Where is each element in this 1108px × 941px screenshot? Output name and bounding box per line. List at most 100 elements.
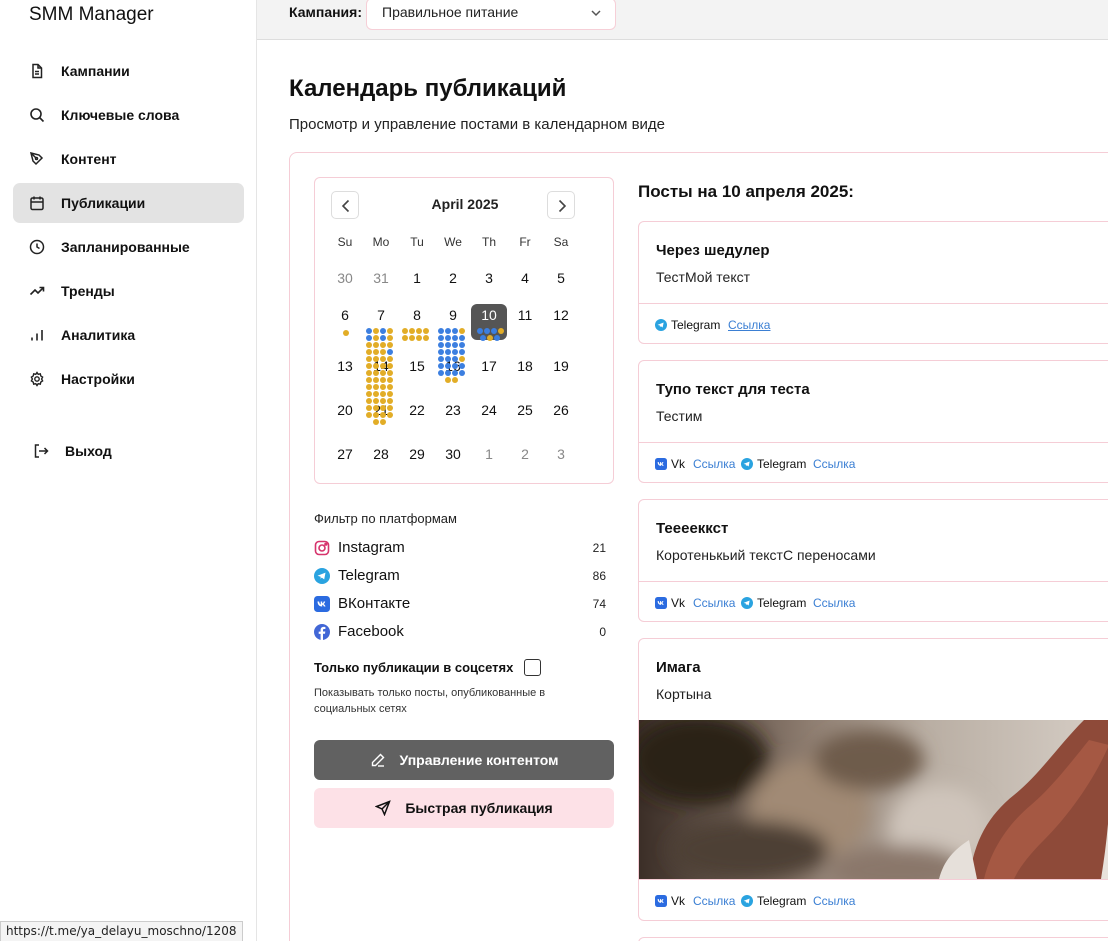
only-published-description: Показывать только посты, опубликованные …: [314, 687, 546, 715]
calendar-day[interactable]: 1: [471, 436, 507, 472]
sidebar-item-publications[interactable]: Публикации: [13, 183, 244, 223]
calendar-day[interactable]: 20: [327, 392, 363, 428]
calendar-day[interactable]: 26: [543, 392, 579, 428]
campaign-label: Кампания:: [289, 4, 362, 20]
publication-dot-vk: [387, 412, 393, 418]
post-card[interactable]: [638, 937, 1108, 941]
calendar-day[interactable]: 5: [543, 260, 579, 296]
calendar-day[interactable]: 11: [507, 304, 543, 340]
post-link[interactable]: Ссылка: [728, 318, 770, 332]
publication-dot-vk: [373, 391, 379, 397]
sidebar-item-content[interactable]: Контент: [13, 139, 244, 179]
calendar-day[interactable]: 3: [471, 260, 507, 296]
post-card[interactable]: Тупо текст для теста Тестим Vk Ссылка Te…: [638, 360, 1108, 483]
publication-dot-telegram: [459, 349, 465, 355]
post-footer: Telegram Ссылка: [639, 303, 1108, 343]
calendar-day[interactable]: 3: [543, 436, 579, 472]
page-subtitle: Просмотр и управление постами в календар…: [289, 116, 666, 133]
post-title: Через шедулер: [656, 242, 770, 259]
sidebar-item-settings[interactable]: Настройки: [13, 359, 244, 399]
calendar-day[interactable]: 30: [327, 260, 363, 296]
calendar-day[interactable]: 4: [507, 260, 543, 296]
publication-dot-telegram: [459, 342, 465, 348]
logout-icon: [34, 444, 49, 458]
platform-filter-vk[interactable]: ВКонтакте 74: [314, 594, 606, 616]
publication-dot-telegram: [438, 370, 444, 376]
topbar: Кампания: Правильное питание: [257, 0, 1108, 40]
calendar-day[interactable]: 19: [543, 348, 579, 384]
manage-content-button[interactable]: Управление контентом: [314, 740, 614, 780]
sidebar-item-scheduled[interactable]: Запланированные: [13, 227, 244, 267]
calendar-day[interactable]: 24: [471, 392, 507, 428]
calendar-day[interactable]: 23: [435, 392, 471, 428]
calendar-day[interactable]: 25: [507, 392, 543, 428]
logout-label: Выход: [65, 443, 112, 459]
publication-dot-vk: [366, 342, 372, 348]
calendar-day[interactable]: 29: [399, 436, 435, 472]
calendar-day[interactable]: 1: [399, 260, 435, 296]
post-link[interactable]: Ссылка: [813, 457, 855, 471]
next-month-button[interactable]: [547, 191, 575, 219]
publication-dot-telegram: [445, 335, 451, 341]
post-link[interactable]: Ссылка: [813, 894, 855, 908]
calendar-day[interactable]: 17: [471, 348, 507, 384]
publication-dot-vk: [387, 398, 393, 404]
post-card[interactable]: Через шедулер ТестМой текст Telegram Ссы…: [638, 221, 1108, 344]
post-link[interactable]: Ссылка: [693, 894, 735, 908]
calendar-day[interactable]: 28: [363, 436, 399, 472]
logout-button[interactable]: Выход: [13, 431, 244, 471]
publication-dot-vk: [387, 370, 393, 376]
calendar-day[interactable]: 18: [507, 348, 543, 384]
publication-dot-telegram: [491, 328, 497, 334]
post-card[interactable]: Тееееккст Коротенькьий текстС переносами…: [638, 499, 1108, 622]
sidebar-item-analytics[interactable]: Аналитика: [13, 315, 244, 355]
telegram-icon: [741, 597, 753, 609]
calendar-day[interactable]: 2: [507, 436, 543, 472]
sidebar-item-campaigns[interactable]: Кампании: [13, 51, 244, 91]
calendar-day[interactable]: 13: [327, 348, 363, 384]
calendar-day[interactable]: 27: [327, 436, 363, 472]
publication-dot-telegram: [438, 335, 444, 341]
post-link[interactable]: Ссылка: [693, 457, 735, 471]
quick-publish-label: Быстрая публикация: [405, 800, 553, 816]
platform-filter-telegram[interactable]: Telegram 86: [314, 566, 606, 588]
publication-dot-vk: [380, 342, 386, 348]
quick-publish-button[interactable]: Быстрая публикация: [314, 788, 614, 828]
post-card[interactable]: Имага Кортына Vk Ссылка Telegram Ссылка: [638, 638, 1108, 921]
sidebar-item-label: Контент: [61, 151, 117, 167]
platform-filter-instagram[interactable]: Instagram 21: [314, 538, 606, 560]
publication-dot-vk: [380, 377, 386, 383]
publication-dot-telegram: [366, 335, 372, 341]
calendar-day[interactable]: 12: [543, 304, 579, 340]
publication-dot-telegram: [480, 335, 486, 341]
publication-dot-telegram: [452, 349, 458, 355]
calendar-day[interactable]: 2: [435, 260, 471, 296]
publication-dot-vk: [387, 391, 393, 397]
calendar-day[interactable]: 22: [399, 392, 435, 428]
publication-dot-telegram: [459, 335, 465, 341]
only-published-checkbox[interactable]: [524, 659, 541, 676]
weekday-label: Th: [481, 235, 496, 249]
sidebar-item-trends[interactable]: Тренды: [13, 271, 244, 311]
publication-dot-telegram: [445, 363, 451, 369]
trending-icon: [29, 286, 45, 296]
post-link[interactable]: Ссылка: [813, 596, 855, 610]
publication-dot-vk: [380, 356, 386, 362]
publication-dot-vk: [366, 405, 372, 411]
sidebar-item-label: Запланированные: [61, 239, 190, 255]
calendar-day[interactable]: 30: [435, 436, 471, 472]
publication-dot-vk: [373, 342, 379, 348]
campaign-select[interactable]: Правильное питание: [366, 0, 616, 30]
calendar-day[interactable]: 31: [363, 260, 399, 296]
sidebar-item-label: Аналитика: [61, 327, 136, 343]
platform-filter-facebook[interactable]: Facebook 0: [314, 622, 606, 644]
publication-dot-telegram: [452, 328, 458, 334]
sidebar-item-label: Ключевые слова: [61, 107, 180, 123]
publication-dot-telegram: [438, 363, 444, 369]
posts-heading: Посты на 10 апреля 2025:: [638, 182, 854, 201]
post-link[interactable]: Ссылка: [693, 596, 735, 610]
chevron-right-icon: [558, 199, 567, 213]
sidebar-item-keywords[interactable]: Ключевые слова: [13, 95, 244, 135]
publication-dot-vk: [402, 328, 408, 334]
calendar-day[interactable]: 15: [399, 348, 435, 384]
